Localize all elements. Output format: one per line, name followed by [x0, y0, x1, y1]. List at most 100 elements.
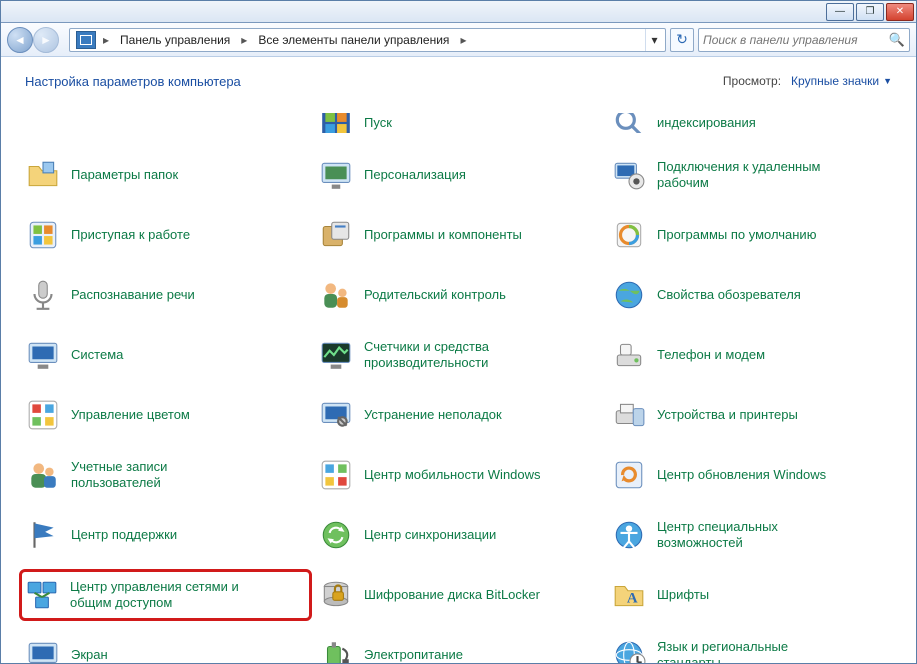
devices-printers-icon	[611, 397, 647, 433]
folder-icon	[25, 157, 61, 193]
list-item-parental-controls[interactable]: Родительский контроль	[312, 269, 605, 321]
forward-button[interactable]: ►	[33, 27, 59, 53]
chevron-right-icon: ▸	[457, 33, 469, 47]
chevron-down-icon: ▼	[883, 76, 892, 86]
crumb-all-items[interactable]: Все элементы панели управления	[250, 29, 457, 51]
search-input[interactable]	[703, 33, 889, 47]
list-item-region-language[interactable]: Язык и региональные стандарты	[605, 629, 898, 663]
list-item-remote-desktop[interactable]: Подключения к удаленным рабочим	[605, 149, 898, 201]
list-item-speech-recognition[interactable]: Распознавание речи	[19, 269, 312, 321]
region-language-icon	[611, 637, 647, 663]
list-item-indexing[interactable]: индексирования	[605, 111, 898, 141]
personalization-icon	[318, 157, 354, 193]
ease-of-access-icon	[611, 517, 647, 553]
control-panel-window: — ❐ ✕ ◄ ► ▸ Панель управления ▸ Все элем…	[0, 0, 917, 664]
item-label: Подключения к удаленным рабочим	[657, 159, 837, 192]
search-box[interactable]: 🔍	[698, 28, 910, 52]
list-item-troubleshooting[interactable]: Устранение неполадок	[312, 389, 605, 441]
item-label: Центр мобильности Windows	[364, 467, 541, 483]
list-item-mobility-center[interactable]: Центр мобильности Windows	[312, 449, 605, 501]
crumb-control-panel[interactable]: Панель управления	[112, 29, 238, 51]
item-label: Центр синхронизации	[364, 527, 496, 543]
search-icon: 🔍	[889, 32, 905, 48]
list-item-personalization[interactable]: Персонализация	[312, 149, 605, 201]
windows-update-icon	[611, 457, 647, 493]
list-item-sync-center[interactable]: Центр синхронизации	[312, 509, 605, 561]
list-item-action-center[interactable]: Центр поддержки	[19, 509, 312, 561]
item-label: Шифрование диска BitLocker	[364, 587, 540, 603]
flag-icon	[25, 517, 61, 553]
start-icon	[318, 113, 354, 133]
list-item-bitlocker[interactable]: Шифрование диска BitLocker	[312, 569, 605, 621]
list-item-user-accounts[interactable]: Учетные записи пользователей	[19, 449, 312, 501]
item-label: Программы и компоненты	[364, 227, 522, 243]
parental-controls-icon	[318, 277, 354, 313]
items-grid: Пуск индексирования Параметры папок Перс…	[19, 111, 898, 663]
display-icon	[25, 637, 61, 663]
list-item-power-options[interactable]: Электропитание	[312, 629, 605, 663]
indexing-icon	[611, 113, 647, 133]
list-item-system[interactable]: Система	[19, 329, 312, 381]
items-scroll-area[interactable]: Пуск индексирования Параметры папок Перс…	[1, 105, 916, 663]
item-label: Язык и региональные стандарты	[657, 639, 837, 663]
bitlocker-icon	[318, 577, 354, 613]
view-label: Просмотр:	[723, 74, 781, 88]
back-button[interactable]: ◄	[7, 27, 33, 53]
chevron-right-icon: ▸	[238, 33, 250, 47]
page-title: Настройка параметров компьютера	[25, 74, 241, 89]
getting-started-icon	[25, 217, 61, 253]
list-item-performance[interactable]: Счетчики и средства производительности	[312, 329, 605, 381]
list-item-folder-options[interactable]: Параметры папок	[19, 149, 312, 201]
globe-icon	[611, 277, 647, 313]
minimize-button[interactable]: —	[826, 3, 854, 21]
list-item-phone-modem[interactable]: Телефон и модем	[605, 329, 898, 381]
troubleshooting-icon	[318, 397, 354, 433]
item-label: Программы по умолчанию	[657, 227, 816, 243]
view-mode-dropdown[interactable]: Крупные значки ▼	[791, 74, 892, 88]
list-item-programs-features[interactable]: Программы и компоненты	[312, 209, 605, 261]
list-item-network-sharing-center[interactable]: Центр управления сетями и общим доступом	[19, 569, 312, 621]
item-label: Родительский контроль	[364, 287, 506, 303]
item-label: Счетчики и средства производительности	[364, 339, 544, 372]
close-button[interactable]: ✕	[886, 3, 914, 21]
item-label: Персонализация	[364, 167, 466, 183]
mobility-center-icon	[318, 457, 354, 493]
view-mode-value: Крупные значки	[791, 74, 879, 88]
fonts-icon: A	[611, 577, 647, 613]
address-dropdown-button[interactable]: ▾	[645, 29, 663, 51]
network-icon	[24, 577, 60, 613]
svg-text:A: A	[627, 590, 638, 606]
list-item-windows-update[interactable]: Центр обновления Windows	[605, 449, 898, 501]
list-item-display[interactable]: Экран	[19, 629, 312, 663]
item-label: Устройства и принтеры	[657, 407, 798, 423]
list-item-default-programs[interactable]: Программы по умолчанию	[605, 209, 898, 261]
list-item-devices-printers[interactable]: Устройства и принтеры	[605, 389, 898, 441]
list-item-start[interactable]: Пуск	[312, 111, 605, 141]
chevron-right-icon: ▸	[100, 33, 112, 47]
remote-desktop-icon	[611, 157, 647, 193]
item-label: Центр поддержки	[71, 527, 177, 543]
refresh-button[interactable]: ↻	[670, 28, 694, 52]
list-item-color-management[interactable]: Управление цветом	[19, 389, 312, 441]
item-label: Центр управления сетями и общим доступом	[70, 579, 250, 612]
item-label: Распознавание речи	[71, 287, 195, 303]
microphone-icon	[25, 277, 61, 313]
color-management-icon	[25, 397, 61, 433]
address-breadcrumb[interactable]: ▸ Панель управления ▸ Все элементы панел…	[69, 28, 666, 52]
titlebar: — ❐ ✕	[1, 1, 916, 23]
programs-icon	[318, 217, 354, 253]
item-label: индексирования	[657, 115, 756, 131]
item-label: Шрифты	[657, 587, 709, 603]
item-label: Телефон и модем	[657, 347, 765, 363]
list-item-getting-started[interactable]: Приступая к работе	[19, 209, 312, 261]
list-item-internet-options[interactable]: Свойства обозревателя	[605, 269, 898, 321]
sync-icon	[318, 517, 354, 553]
item-label: Центр обновления Windows	[657, 467, 826, 483]
subheader: Настройка параметров компьютера Просмотр…	[1, 57, 916, 105]
toolbar: ◄ ► ▸ Панель управления ▸ Все элементы п…	[1, 23, 916, 57]
maximize-button[interactable]: ❐	[856, 3, 884, 21]
list-item-ease-of-access[interactable]: Центр специальных возможностей	[605, 509, 898, 561]
list-item-fonts[interactable]: A Шрифты	[605, 569, 898, 621]
item-label: Приступая к работе	[71, 227, 190, 243]
user-accounts-icon	[25, 457, 61, 493]
